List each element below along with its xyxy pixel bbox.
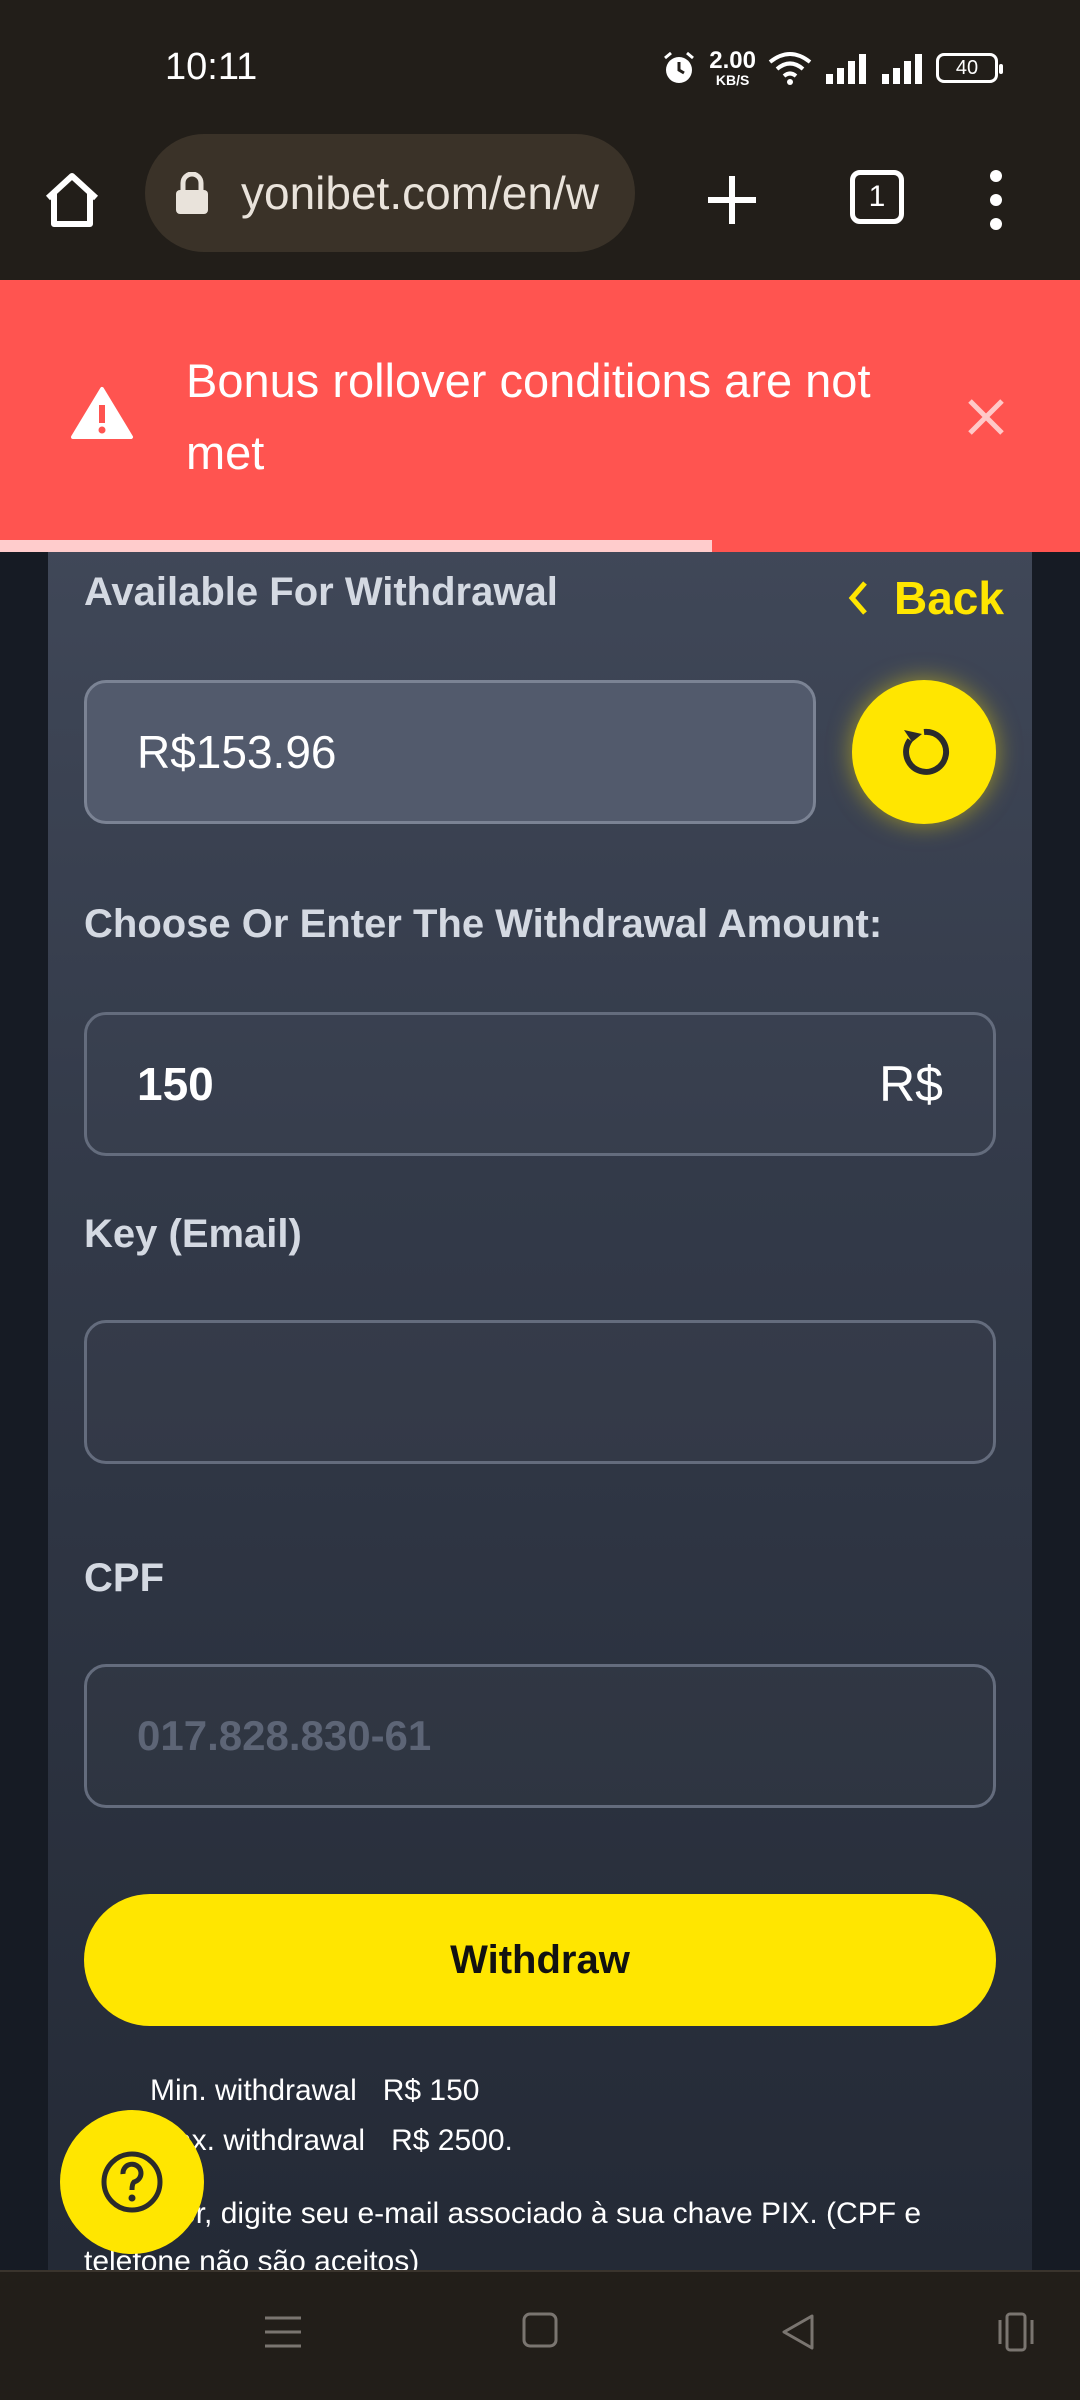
- cpf-field[interactable]: [84, 1664, 996, 1808]
- refresh-icon: [903, 728, 950, 775]
- cpf-input[interactable]: [137, 1712, 943, 1760]
- currency-suffix: R$: [879, 1056, 943, 1112]
- amount-field[interactable]: 150 R$: [84, 1012, 996, 1156]
- warning-icon: [71, 387, 133, 439]
- home-icon[interactable]: [42, 170, 102, 230]
- network-speed: 2.00 KB/S: [709, 47, 756, 88]
- max-withdrawal-value: R$ 2500.: [391, 2124, 513, 2157]
- chevron-left-icon: [848, 581, 867, 615]
- signal-icon: [826, 54, 866, 84]
- wifi-icon: [768, 52, 812, 85]
- address-bar[interactable]: yonibet.com/en/w: [145, 134, 635, 252]
- back-label: Back: [894, 572, 1004, 624]
- url-text: yonibet.com/en/w: [241, 167, 599, 219]
- alert-message: Bonus rollover conditions are not met: [186, 354, 871, 479]
- available-label: Available For Withdrawal: [84, 570, 558, 614]
- lock-icon: [176, 172, 208, 214]
- amount-value: 150: [137, 1058, 214, 1110]
- recent-apps-icon[interactable]: [994, 2312, 1038, 2352]
- browser-toolbar: yonibet.com/en/w 1: [0, 134, 1080, 280]
- min-withdrawal-line: Min. withdrawal R$ 150: [150, 2074, 479, 2108]
- help-button[interactable]: [60, 2110, 204, 2254]
- withdraw-button[interactable]: Withdraw: [84, 1894, 996, 2026]
- refresh-balance-button[interactable]: [852, 680, 996, 824]
- key-email-field[interactable]: [84, 1320, 996, 1464]
- status-bar: 10:11 2.00 KB/S 40: [0, 0, 1080, 140]
- min-withdrawal-label: Min. withdrawal: [150, 2074, 357, 2107]
- menu-icon[interactable]: [263, 2312, 303, 2352]
- alert-timer-bar: [0, 540, 712, 552]
- home-nav-icon[interactable]: [522, 2312, 558, 2348]
- new-tab-icon[interactable]: [700, 168, 764, 232]
- alarm-icon: [664, 51, 695, 83]
- min-withdrawal-value: R$ 150: [382, 2074, 480, 2107]
- signal-icon-2: [882, 54, 922, 84]
- balance-field: R$153.96: [84, 680, 816, 824]
- back-nav-icon[interactable]: [780, 2312, 816, 2352]
- status-icons: 2.00 KB/S 40: [661, 47, 1003, 88]
- key-email-input[interactable]: [137, 1368, 943, 1416]
- tab-switcher-button[interactable]: 1: [850, 170, 904, 224]
- system-nav-bar: [0, 2270, 1080, 2400]
- more-options-icon[interactable]: [982, 168, 1010, 232]
- back-button[interactable]: Back: [848, 568, 1004, 628]
- key-email-label: Key (Email): [84, 1212, 302, 1256]
- battery-indicator: 40: [936, 53, 1003, 83]
- balance-value: R$153.96: [137, 726, 337, 778]
- max-withdrawal-line: Max. withdrawal R$ 2500.: [150, 2124, 513, 2158]
- amount-label: Choose Or Enter The Withdrawal Amount:: [84, 902, 883, 946]
- question-icon: [101, 2151, 163, 2213]
- cpf-label: CPF: [84, 1556, 164, 1600]
- close-icon[interactable]: [966, 397, 1006, 437]
- status-time: 10:11: [165, 46, 258, 88]
